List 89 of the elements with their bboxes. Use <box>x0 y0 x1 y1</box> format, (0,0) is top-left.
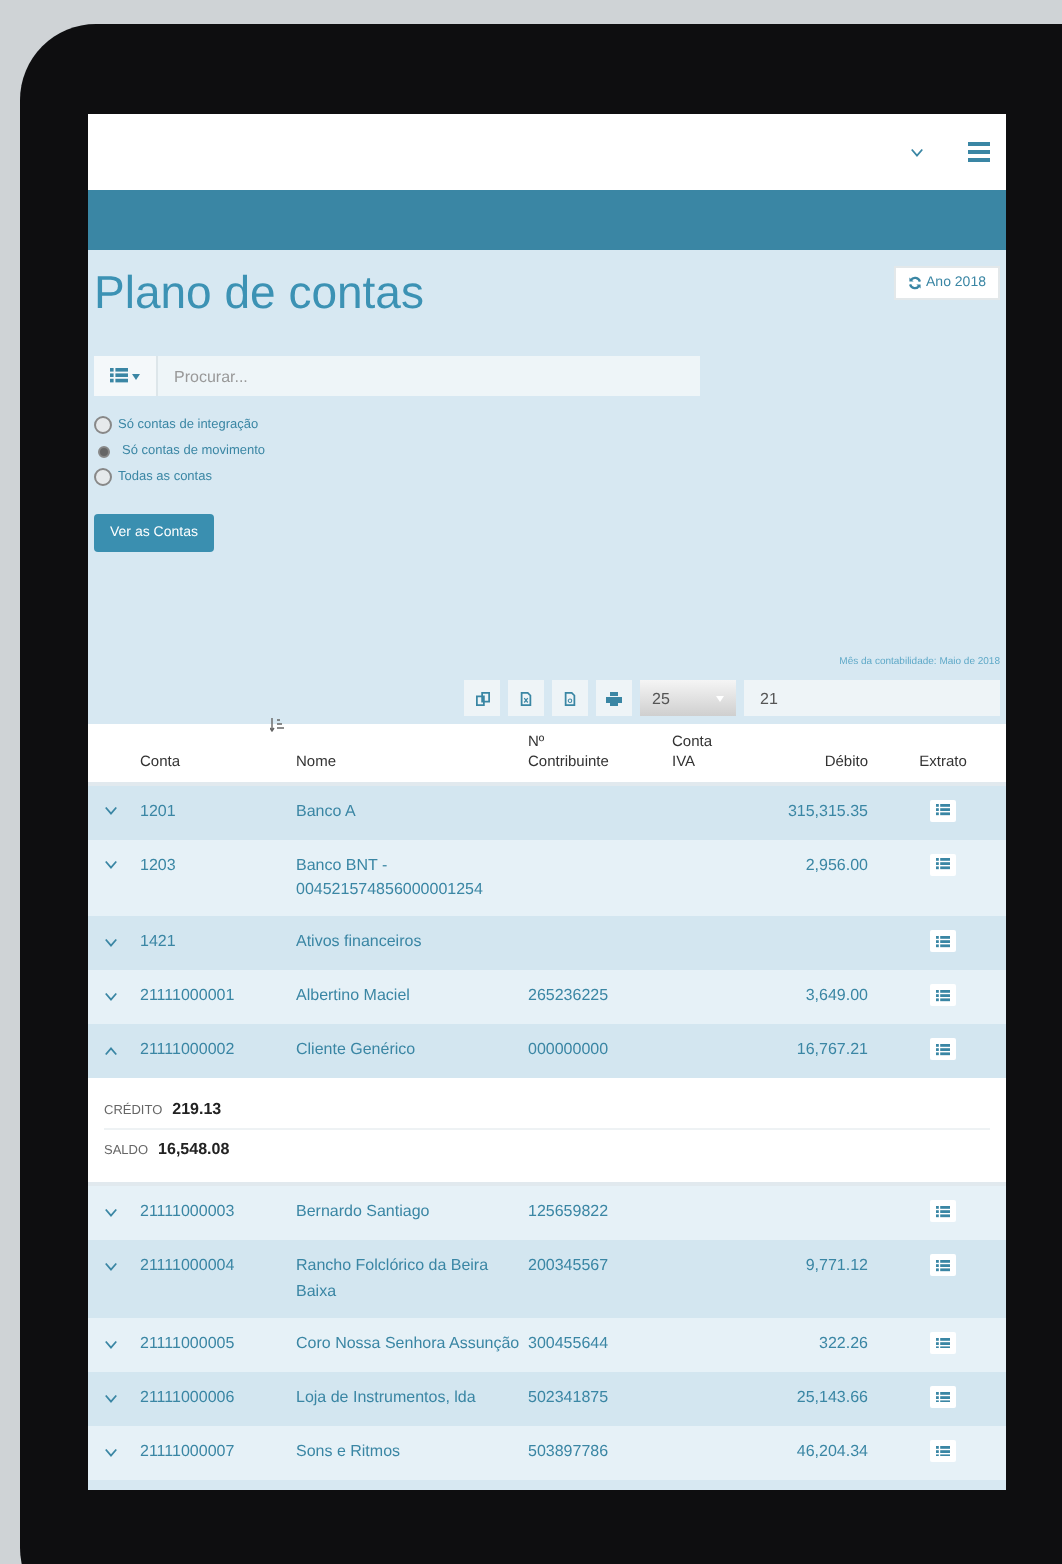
table-cell-text: 1203 <box>140 853 178 877</box>
table-cell-text: 21111000003 <box>140 1200 237 1225</box>
list-icon[interactable] <box>936 1043 950 1056</box>
radio-button[interactable] <box>94 416 112 434</box>
list-icon[interactable] <box>936 804 950 816</box>
table-cell-text: 21111000007 <box>140 1440 237 1465</box>
table-cell-text: 21111000001 <box>140 984 237 1009</box>
pdf-file-button[interactable] <box>552 680 588 716</box>
table-cell-text: 46,204.34 <box>794 1440 870 1465</box>
page-number-field[interactable]: 21 <box>744 680 1000 716</box>
statement-button[interactable] <box>930 1200 956 1223</box>
table-cell-text: 125659822 <box>528 1200 611 1225</box>
print-icon[interactable] <box>606 691 622 705</box>
table-cell-text: 9,771.12 <box>803 1254 870 1279</box>
statement-button[interactable] <box>930 1386 956 1409</box>
table-cell-text: 21111000002 <box>140 1038 237 1063</box>
print-button[interactable] <box>596 680 632 716</box>
table-row[interactable]: 21111000004 Rancho Folclórico da Beira Baixa 200345567 9,771.12 <box>88 1240 1006 1319</box>
copy-icon[interactable] <box>475 691 489 705</box>
table-row[interactable]: 21111000006 Loja de Instrumentos, lda 502341875 25,143.66 <box>88 1372 1006 1427</box>
table-cell-text: 1421 <box>140 930 178 955</box>
table-row[interactable]: 21111000001 Albertino Maciel 265236225 3,649.00 <box>88 970 1006 1025</box>
table-cell-text: Albertino Maciel <box>296 984 412 1009</box>
table-cell-text: 502341875 <box>528 1386 611 1411</box>
table-cell-text: 000000000 <box>528 1038 611 1063</box>
statement-button[interactable] <box>930 799 956 821</box>
table-row[interactable]: 21111000007 Sons e Ritmos 503897786 46,204.34 <box>88 1426 1006 1481</box>
list-icon[interactable] <box>936 1259 950 1272</box>
list-icon[interactable] <box>110 368 128 384</box>
table-cell-text: Rancho Folclórico da Beira Baixa <box>296 1254 491 1304</box>
table-cell-text: 265236225 <box>528 984 611 1009</box>
spreadsheet-file-icon[interactable] <box>520 691 532 705</box>
table-cell-text: 21111000004 <box>140 1254 237 1279</box>
list-dropdown-button[interactable] <box>94 356 158 396</box>
list-icon[interactable] <box>936 1337 950 1349</box>
statement-button[interactable] <box>930 984 956 1007</box>
table-cell-text: Banco A <box>296 799 358 823</box>
table-row[interactable]: 21111000003 Bernardo Santiago 125659822 <box>88 1186 1006 1241</box>
page-title: Plano de contas <box>94 266 424 320</box>
table-row[interactable]: 21111000002 Cliente Genérico 000000000 16,767.21 <box>88 1024 1006 1079</box>
caret-down-icon[interactable] <box>132 373 140 379</box>
table-cell-text: 25,143.66 <box>794 1386 870 1411</box>
list-icon[interactable] <box>936 1205 950 1218</box>
statement-button[interactable] <box>930 1440 956 1463</box>
list-icon[interactable] <box>936 1445 950 1457</box>
chevron-down-icon[interactable] <box>910 147 924 157</box>
table-cell-text: 16,767.21 <box>794 1038 870 1063</box>
copy-button[interactable] <box>464 680 500 716</box>
menu-icon[interactable] <box>968 142 990 162</box>
table-cell-text: 503897786 <box>528 1440 611 1465</box>
refresh-icon[interactable] <box>908 276 923 290</box>
table-cell-text: 3,649.00 <box>803 984 870 1009</box>
excel-file-button[interactable] <box>508 680 544 716</box>
list-icon[interactable] <box>936 989 950 1002</box>
table-row[interactable]: 1421 Ativos financeiros <box>88 916 1006 971</box>
table-row[interactable]: 1203 Banco BNT - 004521574856000001254 2,956.00 <box>88 839 1006 917</box>
detail-value: 219.13 <box>172 1100 222 1119</box>
list-icon[interactable] <box>936 858 950 870</box>
table-cell-text: 2,956.00 <box>803 853 870 877</box>
table-cell-text: Ativos financeiros <box>296 930 424 955</box>
statement-button[interactable] <box>930 1038 956 1061</box>
detail-value: 16,548.08 <box>158 1140 230 1159</box>
table-cell-text: 1201 <box>140 799 178 823</box>
table-cell-text: 315,315.35 <box>785 799 870 823</box>
table-cell-text: Loja de Instrumentos, lda <box>296 1386 478 1411</box>
table-cell-text: Cliente Genérico <box>296 1038 418 1063</box>
statement-button[interactable] <box>930 930 956 953</box>
table-row[interactable]: 1201 Banco A 315,315.35 <box>88 785 1006 839</box>
table-cell-text: 300455644 <box>528 1332 611 1357</box>
table-cell-text: 322.26 <box>817 1332 870 1357</box>
search-field[interactable]: Procurar... <box>158 356 700 396</box>
table-cell-text: Sons e Ritmos <box>296 1440 403 1465</box>
table-cell-text: Coro Nossa Senhora Assunção <box>296 1332 522 1357</box>
page-size-select[interactable]: 25 <box>640 680 736 716</box>
table-cell-text: Banco BNT - 004521574856000001254 <box>296 853 485 902</box>
table-cell-text: Bernardo Santiago <box>296 1200 432 1225</box>
table-cell-text: 200345567 <box>528 1254 611 1279</box>
statement-button[interactable] <box>930 1332 956 1355</box>
table-cell-text: 21111000006 <box>140 1386 237 1411</box>
statement-button[interactable] <box>930 853 956 875</box>
radio-button[interactable] <box>98 445 110 457</box>
radio-button[interactable] <box>94 468 112 486</box>
statement-button[interactable] <box>930 1254 956 1277</box>
table-row[interactable]: 21111000005 Coro Nossa Senhora Assunção 300455644 322.26 <box>88 1318 1006 1373</box>
document-file-icon[interactable] <box>564 691 576 705</box>
list-icon[interactable] <box>936 935 950 948</box>
table-cell-text: 21111000005 <box>140 1332 237 1357</box>
sort-icon[interactable] <box>270 717 284 732</box>
list-icon[interactable] <box>936 1391 950 1403</box>
